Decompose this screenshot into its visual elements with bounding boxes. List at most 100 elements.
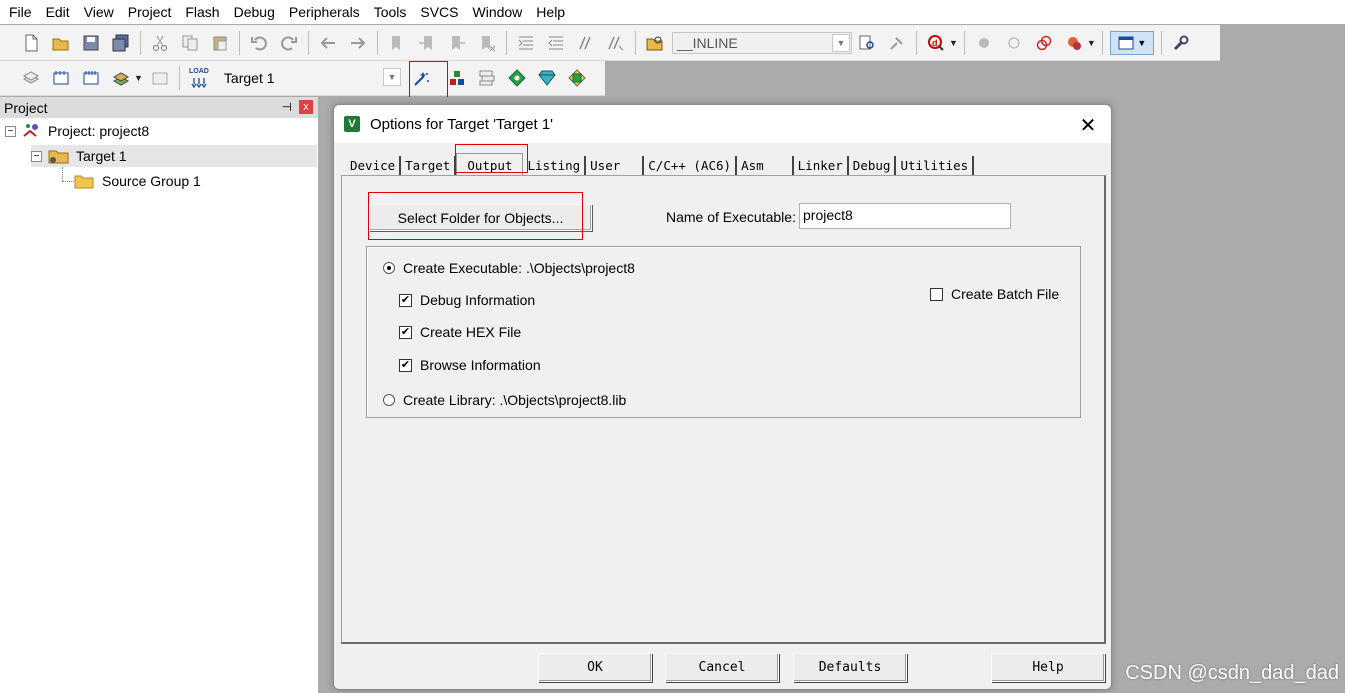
tab-asm[interactable]: Asm bbox=[737, 156, 794, 177]
tree-item-source-group[interactable]: Source Group 1 bbox=[74, 170, 201, 192]
tab-user[interactable]: User bbox=[586, 156, 645, 177]
breakpoint-icon[interactable] bbox=[972, 31, 996, 55]
comment-icon[interactable] bbox=[574, 31, 598, 55]
tab-utilities[interactable]: Utilities bbox=[896, 156, 975, 177]
tab-output[interactable]: Output bbox=[456, 153, 524, 177]
debug-information-option[interactable]: ✔ Debug Information bbox=[399, 292, 535, 308]
build-icon[interactable] bbox=[49, 66, 73, 90]
tree-item-target[interactable]: − Target 1 bbox=[31, 145, 317, 167]
tab-linker[interactable]: Linker bbox=[794, 156, 849, 177]
event-recorder-icon[interactable] bbox=[565, 66, 589, 90]
bookmark-icon[interactable] bbox=[385, 31, 409, 55]
undo-icon[interactable] bbox=[247, 31, 271, 55]
create-library-radio[interactable] bbox=[383, 394, 395, 406]
prev-bookmark-icon[interactable] bbox=[415, 31, 439, 55]
batch-build-icon[interactable] bbox=[109, 66, 133, 90]
navigate-forward-icon[interactable] bbox=[346, 31, 370, 55]
create-hex-file-checkbox[interactable]: ✔ bbox=[399, 325, 412, 339]
ok-button[interactable]: OK bbox=[538, 653, 652, 682]
disable-all-breakpoints-icon[interactable] bbox=[1032, 31, 1056, 55]
tab-debug[interactable]: Debug bbox=[849, 156, 897, 177]
unindent-icon[interactable] bbox=[544, 31, 568, 55]
open-file-icon[interactable] bbox=[49, 31, 73, 55]
copy-icon[interactable] bbox=[178, 31, 202, 55]
tab-c-cpp[interactable]: C/C++ (AC6) bbox=[644, 156, 738, 177]
menu-tools[interactable]: Tools bbox=[367, 1, 414, 23]
menu-edit[interactable]: Edit bbox=[39, 1, 77, 23]
find-combo[interactable]: __INLINE ▼ bbox=[672, 31, 852, 54]
tab-target[interactable]: Target bbox=[401, 156, 457, 177]
cancel-button[interactable]: Cancel bbox=[665, 653, 779, 682]
menu-project[interactable]: Project bbox=[121, 1, 179, 23]
create-executable-option[interactable]: Create Executable: .\Objects\project8 bbox=[383, 260, 635, 276]
create-executable-label: Create Executable: .\Objects\project8 bbox=[403, 260, 635, 276]
create-batch-file-checkbox[interactable] bbox=[930, 287, 943, 301]
clear-bookmarks-icon[interactable] bbox=[475, 31, 499, 55]
new-file-icon[interactable] bbox=[19, 31, 43, 55]
collapse-icon[interactable]: − bbox=[5, 125, 16, 137]
tab-listing[interactable]: Listing bbox=[523, 156, 587, 177]
defaults-button[interactable]: Defaults bbox=[793, 653, 907, 682]
kill-all-breakpoints-icon[interactable] bbox=[1062, 31, 1086, 55]
manage-rte-icon[interactable] bbox=[505, 66, 529, 90]
navigate-back-icon[interactable] bbox=[316, 31, 340, 55]
window-layout-button[interactable]: ▼ bbox=[1109, 30, 1154, 55]
tree-item-label: Source Group 1 bbox=[102, 173, 201, 189]
select-packs-icon[interactable] bbox=[475, 66, 499, 90]
pack-installer-icon[interactable] bbox=[535, 66, 559, 90]
incremental-find-icon[interactable] bbox=[885, 31, 909, 55]
disable-breakpoint-icon[interactable] bbox=[1002, 31, 1026, 55]
indent-icon[interactable] bbox=[514, 31, 538, 55]
save-all-icon[interactable] bbox=[109, 31, 133, 55]
chevron-down-icon[interactable]: ▼ bbox=[382, 68, 401, 86]
chevron-down-icon[interactable]: ▼ bbox=[832, 33, 850, 52]
next-bookmark-icon[interactable] bbox=[445, 31, 469, 55]
options-for-target-icon[interactable] bbox=[410, 66, 434, 90]
collapse-icon[interactable]: − bbox=[31, 150, 42, 162]
help-button[interactable]: Help bbox=[991, 653, 1105, 682]
load-download-icon[interactable]: LOAD bbox=[187, 66, 211, 90]
find-in-files-icon[interactable] bbox=[643, 31, 667, 55]
redo-icon[interactable] bbox=[277, 31, 301, 55]
menu-help[interactable]: Help bbox=[529, 1, 572, 23]
menu-debug[interactable]: Debug bbox=[227, 1, 282, 23]
debug-information-checkbox[interactable]: ✔ bbox=[399, 293, 412, 307]
tree-item-project[interactable]: − Project: project8 bbox=[5, 120, 149, 142]
menu-view[interactable]: View bbox=[77, 1, 121, 23]
manage-project-items-icon[interactable] bbox=[445, 66, 469, 90]
menu-svcs[interactable]: SVCS bbox=[413, 1, 465, 23]
debug-session-icon[interactable]: d bbox=[924, 31, 948, 55]
output-tab-page: Select Folder for Objects... Name of Exe… bbox=[341, 175, 1106, 644]
close-icon[interactable]: ✕ bbox=[1077, 113, 1099, 138]
menu-peripherals[interactable]: Peripherals bbox=[282, 1, 367, 23]
rebuild-icon[interactable] bbox=[79, 66, 103, 90]
name-of-executable-input[interactable]: project8 bbox=[799, 203, 1011, 229]
uncomment-icon[interactable] bbox=[604, 31, 628, 55]
stop-build-icon[interactable] bbox=[148, 66, 172, 90]
paste-icon[interactable] bbox=[208, 31, 232, 55]
chevron-down-icon: ▼ bbox=[1137, 37, 1147, 48]
find-icon[interactable] bbox=[855, 31, 879, 55]
translate-icon[interactable] bbox=[19, 66, 43, 90]
select-folder-for-objects-button[interactable]: Select Folder for Objects... bbox=[369, 204, 592, 231]
chevron-down-icon[interactable]: ▼ bbox=[949, 38, 958, 48]
create-executable-radio[interactable] bbox=[383, 262, 395, 274]
save-icon[interactable] bbox=[79, 31, 103, 55]
create-batch-file-option[interactable]: Create Batch File bbox=[930, 286, 1059, 302]
menu-file[interactable]: File bbox=[2, 1, 39, 23]
cut-icon[interactable] bbox=[148, 31, 172, 55]
menu-window[interactable]: Window bbox=[466, 1, 530, 23]
menu-flash[interactable]: Flash bbox=[178, 1, 226, 23]
target-selector[interactable]: ▼ bbox=[382, 67, 402, 89]
create-library-option[interactable]: Create Library: .\Objects\project8.lib bbox=[383, 392, 626, 408]
configure-icon[interactable] bbox=[1169, 31, 1193, 55]
browse-information-checkbox[interactable]: ✔ bbox=[399, 358, 412, 372]
browse-information-option[interactable]: ✔ Browse Information bbox=[399, 357, 541, 373]
chevron-down-icon[interactable]: ▼ bbox=[134, 73, 143, 83]
target-selector-value[interactable]: Target 1 bbox=[224, 70, 384, 86]
pin-icon[interactable]: ⊣ bbox=[282, 100, 292, 114]
tab-device[interactable]: Device bbox=[346, 156, 402, 177]
close-icon[interactable]: x bbox=[299, 100, 313, 114]
create-hex-file-option[interactable]: ✔ Create HEX File bbox=[399, 324, 521, 340]
chevron-down-icon[interactable]: ▼ bbox=[1087, 38, 1096, 48]
